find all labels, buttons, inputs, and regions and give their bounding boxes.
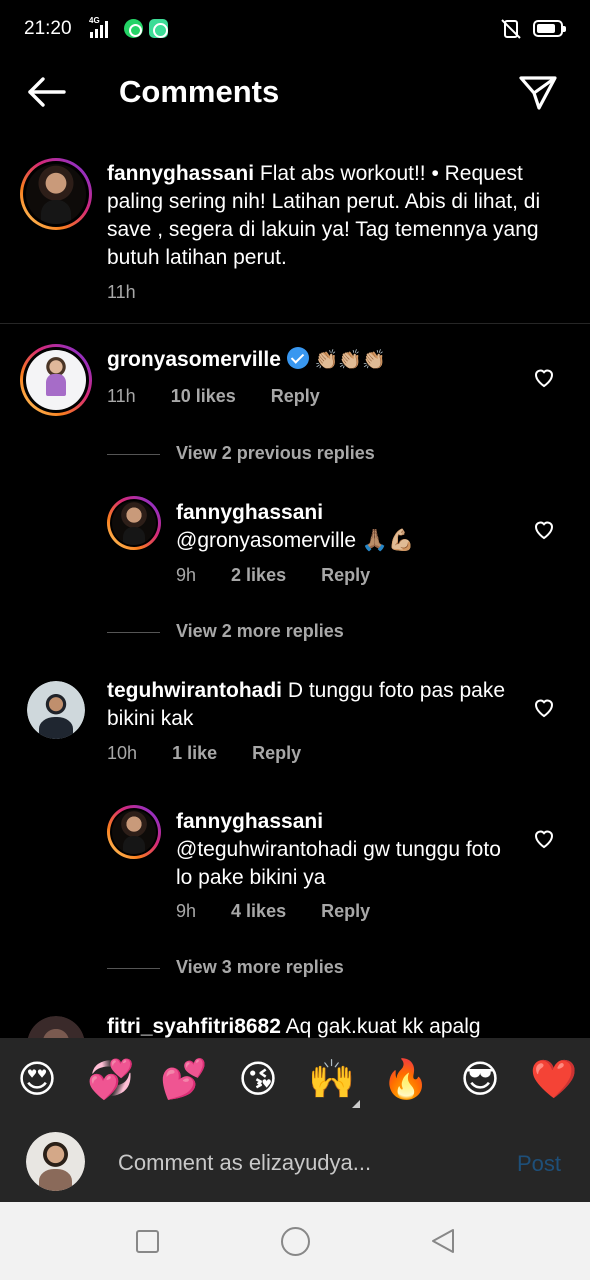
reply-time: 9h [176,565,197,585]
whatsapp-icon [124,19,143,38]
two-hearts-emoji-button[interactable]: 💕 [160,1057,208,1101]
comment-composer: Post [0,1120,590,1202]
avatar[interactable] [27,681,85,739]
mute-icon [501,19,521,39]
page-title: Comments [119,74,280,109]
battery-icon [533,20,566,37]
reply-body: @gronyasomerville 🙏🏽💪🏼 [176,529,415,552]
post-button[interactable]: Post [517,1151,561,1177]
reply-username[interactable]: fannyghassani [176,808,516,836]
paper-plane-icon [519,76,557,110]
recents-square-icon[interactable] [136,1230,159,1253]
reply-text: fannyghassani @gronyasomerville 🙏🏽💪🏼 [176,499,516,555]
header: Comments [0,60,590,124]
reply-time: 9h [176,901,197,921]
reply-likes[interactable]: 4 likes [231,901,286,921]
comment-meta: 10h 1 like Reply [107,743,331,764]
like-heart-icon[interactable] [532,826,556,850]
like-heart-icon[interactable] [532,517,556,541]
red-heart-emoji-button[interactable]: ❤️ [530,1057,578,1101]
reply-button[interactable]: Reply [271,386,320,406]
revolving-hearts-emoji-button[interactable]: 💞 [87,1057,135,1101]
comment-text: teguhwirantohadi D tunggu foto pas pake … [107,677,507,733]
caption-text: fannyghassani Flat abs workout!! • Reque… [107,160,567,272]
comment-username[interactable]: fitri_syahfitri8682 [107,1015,281,1038]
thread-line [107,968,160,969]
comment-likes[interactable]: 1 like [172,743,217,763]
reply-body: @teguhwirantohadi gw tunggu foto lo pake… [176,838,501,889]
back-triangle-icon[interactable] [429,1227,457,1255]
reply-username[interactable]: fannyghassani [176,499,516,527]
arrow-left-icon [28,77,66,107]
share-button[interactable] [515,72,559,112]
raised-hands-emoji-button[interactable]: 🙌 [308,1057,356,1101]
avatar[interactable] [20,158,92,230]
status-time: 21:20 [24,18,72,39]
reply-text: fannyghassani @teguhwirantohadi gw tungg… [176,808,516,892]
reply-button[interactable]: Reply [252,743,301,763]
avatar [26,1132,85,1191]
caption-meta: 11h [107,282,166,303]
status-bar: 21:20 4G [0,0,590,60]
home-circle-icon[interactable] [281,1227,310,1256]
system-navigation-bar [0,1202,590,1280]
thread-line [107,454,160,455]
comment-time: 11h [107,386,136,406]
sunglasses-emoji-button[interactable]: 😎 [456,1057,504,1101]
avatar[interactable] [20,344,92,416]
divider [0,323,590,324]
reply-likes[interactable]: 2 likes [231,565,286,585]
verified-badge-icon [286,347,309,369]
reply-meta: 9h 2 likes Reply [176,565,400,586]
signal-icon: 4G [88,16,112,40]
like-heart-icon[interactable] [532,695,556,719]
comment-body: 👏🏼👏🏼👏🏼 [314,349,386,371]
heart-eyes-emoji-button[interactable]: 😍 [13,1057,61,1101]
comment-username[interactable]: gronyasomerville [107,348,281,371]
post-caption: fannyghassani Flat abs workout!! • Reque… [0,158,590,323]
reply-button[interactable]: Reply [321,565,370,585]
view-more-replies-label: View 2 more replies [176,621,344,641]
like-heart-icon[interactable] [532,365,556,389]
caption-username[interactable]: fannyghassani [107,162,254,185]
comment-time: 10h [107,743,138,763]
view-more-replies-label: View 3 more replies [176,957,344,977]
emoji-quick-bar: 😍 💞 💕 😘 🙌 🔥 😎 ❤️ [0,1038,590,1120]
comment-meta: 11h 10 likes Reply [107,386,350,407]
thread-line [107,632,160,633]
comment-text: gronyasomerville 👏🏼👏🏼👏🏼 [107,346,507,374]
comment-input[interactable] [118,1148,478,1178]
network-type-label: 4G [89,16,100,25]
reply-meta: 9h 4 likes Reply [176,901,400,922]
comment-text: fitri_syahfitri8682 Aq gak.kuat kk apalg [107,1013,527,1041]
kiss-face-emoji-button[interactable]: 😘 [234,1057,282,1101]
chat-app-icon [149,19,168,38]
comment-body: Aq gak.kuat kk apalg [285,1015,481,1038]
avatar[interactable] [107,805,161,859]
back-button[interactable] [24,72,68,112]
skin-tone-indicator-icon [352,1100,360,1108]
fire-emoji-button[interactable]: 🔥 [382,1057,430,1101]
view-previous-replies-label: View 2 previous replies [176,443,375,463]
comment-likes[interactable]: 10 likes [171,386,236,406]
comment-username[interactable]: teguhwirantohadi [107,679,282,702]
reply-button[interactable]: Reply [321,901,370,921]
caption-time: 11h [107,282,136,302]
avatar[interactable] [107,496,161,550]
